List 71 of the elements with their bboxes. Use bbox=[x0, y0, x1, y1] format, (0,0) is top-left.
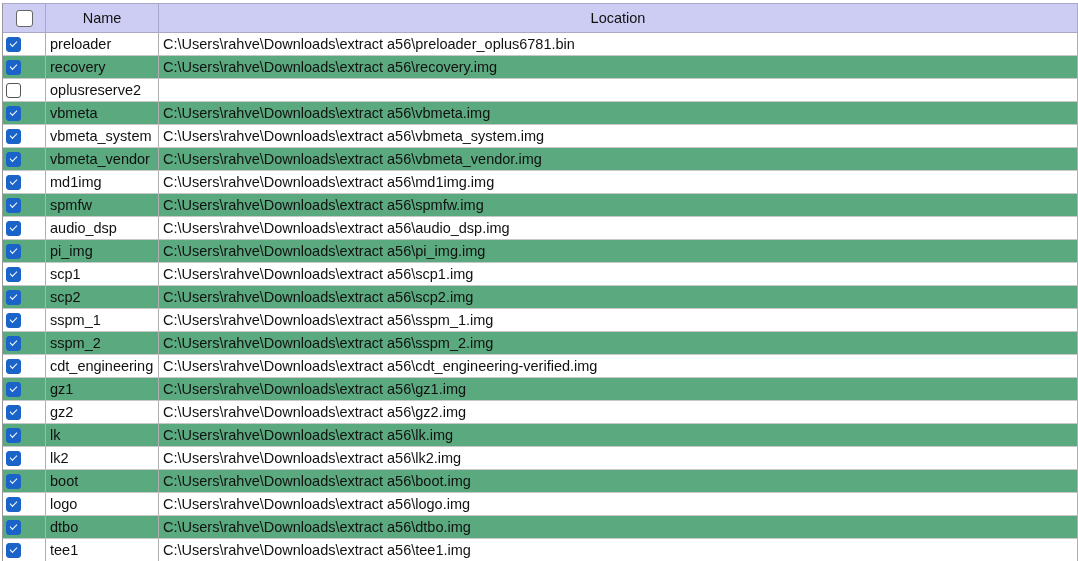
checkbox[interactable] bbox=[6, 312, 21, 328]
checkbox[interactable] bbox=[6, 473, 21, 489]
table-cell: gz1 bbox=[50, 381, 74, 397]
table-cell: C:\Users\rahve\Downloads\extract a56\lk2.img bbox=[163, 450, 462, 466]
table-cell: sspm_2 bbox=[50, 335, 101, 351]
table-cell: C:\Users\rahve\Downloads\extract a56\scp2.img bbox=[163, 289, 474, 305]
table-cell: C:\Users\rahve\Downloads\extract a56\md1img.img bbox=[163, 174, 495, 190]
table-cell: gz2 bbox=[50, 404, 74, 420]
table-cell: audio_dsp bbox=[50, 220, 117, 236]
table-cell: C:\Users\rahve\Downloads\extract a56\gz2.img bbox=[163, 404, 467, 420]
table-cell: C:\Users\rahve\Downloads\extract a56\sspm_2.img bbox=[163, 335, 494, 351]
checkbox[interactable] bbox=[15, 9, 33, 27]
table-cell: C:\Users\rahve\Downloads\extract a56\logo.img bbox=[163, 496, 471, 512]
table-cell: oplusreserve2 bbox=[50, 82, 142, 98]
checkbox[interactable] bbox=[6, 243, 21, 259]
table-cell: lk2 bbox=[50, 450, 69, 466]
checkbox[interactable] bbox=[6, 519, 21, 535]
table-cell: pi_img bbox=[50, 243, 93, 259]
table-cell: C:\Users\rahve\Downloads\extract a56\spmfw.img bbox=[163, 197, 484, 213]
checkbox[interactable] bbox=[6, 381, 21, 397]
checkbox[interactable] bbox=[6, 496, 21, 512]
table-cell: vbmeta bbox=[50, 105, 98, 121]
table-cell: C:\Users\rahve\Downloads\extract a56\preloader_oplus6781.bin bbox=[163, 36, 575, 52]
checkbox[interactable] bbox=[6, 151, 21, 167]
table-cell: C:\Users\rahve\Downloads\extract a56\lk.img bbox=[163, 427, 454, 443]
table-cell: C:\Users\rahve\Downloads\extract a56\scp1.img bbox=[163, 266, 474, 282]
checkbox[interactable] bbox=[6, 450, 21, 466]
table-cell: C:\Users\rahve\Downloads\extract a56\vbmeta_vendor.img bbox=[163, 151, 542, 167]
checkbox[interactable] bbox=[6, 36, 21, 52]
checkbox[interactable] bbox=[6, 82, 21, 98]
table-cell: md1img bbox=[50, 174, 102, 190]
checkbox[interactable] bbox=[6, 128, 21, 144]
table-cell: spmfw bbox=[50, 197, 92, 213]
checkbox[interactable] bbox=[6, 542, 21, 558]
table-cell: scp1 bbox=[50, 266, 81, 282]
table-cell: scp2 bbox=[50, 289, 81, 305]
table-cell: C:\Users\rahve\Downloads\extract a56\gz1.img bbox=[163, 381, 467, 397]
checkbox[interactable] bbox=[6, 289, 21, 305]
table-cell: C:\Users\rahve\Downloads\extract a56\vbmeta.img bbox=[163, 105, 491, 121]
checkbox[interactable] bbox=[6, 335, 21, 351]
table-cell: C:\Users\rahve\Downloads\extract a56\dtbo.img bbox=[163, 519, 471, 535]
table-cell: C:\Users\rahve\Downloads\extract a56\tee1.img bbox=[163, 542, 471, 558]
checkbox[interactable] bbox=[6, 197, 21, 213]
table-cell: boot bbox=[50, 473, 79, 489]
checkbox[interactable] bbox=[6, 105, 21, 121]
table-cell: C:\Users\rahve\Downloads\extract a56\boot.img bbox=[163, 473, 471, 489]
column-header[interactable]: Location bbox=[159, 3, 1078, 33]
table-cell: tee1 bbox=[50, 542, 79, 558]
checkbox[interactable] bbox=[6, 220, 21, 236]
table-cell: vbmeta_vendor bbox=[50, 151, 150, 167]
checkbox[interactable] bbox=[6, 427, 21, 443]
checkbox[interactable] bbox=[6, 59, 21, 75]
table-cell: recovery bbox=[50, 59, 106, 75]
checkbox[interactable] bbox=[6, 174, 21, 190]
table-cell: C:\Users\rahve\Downloads\extract a56\recovery.img bbox=[163, 59, 498, 75]
checkbox[interactable] bbox=[6, 404, 21, 420]
table-cell: C:\Users\rahve\Downloads\extract a56\audio_dsp.img bbox=[163, 220, 510, 236]
table-cell: cdt_engineering bbox=[50, 358, 154, 374]
table-cell: C:\Users\rahve\Downloads\extract a56\vbmeta_system.img bbox=[163, 128, 545, 144]
table-cell: logo bbox=[50, 496, 78, 512]
table-cell: C:\Users\rahve\Downloads\extract a56\pi_img.img bbox=[163, 243, 486, 259]
table-cell: dtbo bbox=[50, 519, 79, 535]
table-cell: sspm_1 bbox=[50, 312, 101, 328]
table-cell: vbmeta_system bbox=[50, 128, 152, 144]
table-cell: preloader bbox=[50, 36, 112, 52]
table-cell: C:\Users\rahve\Downloads\extract a56\cdt_engineering-verified.img bbox=[163, 358, 598, 374]
column-header[interactable]: Name bbox=[46, 3, 159, 33]
checkbox[interactable] bbox=[6, 358, 21, 374]
checkbox[interactable] bbox=[6, 266, 21, 282]
table-cell: C:\Users\rahve\Downloads\extract a56\sspm_1.img bbox=[163, 312, 494, 328]
table-cell: lk bbox=[50, 427, 61, 443]
